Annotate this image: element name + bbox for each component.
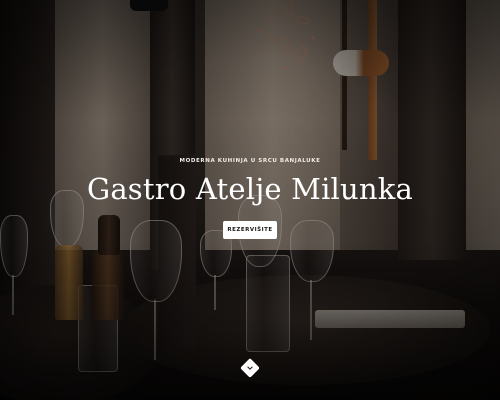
hero-section: MODERNA KUHINJA U SRCU BANJALUKE Gastro …: [0, 0, 500, 400]
hero-tagline: MODERNA KUHINJA U SRCU BANJALUKE: [179, 158, 321, 164]
hero-title: Gastro Atelje Milunka: [86, 172, 414, 206]
scroll-down-button[interactable]: [240, 358, 260, 378]
chevron-down-icon: [247, 366, 253, 370]
reserve-button[interactable]: REZERVIŠITE: [223, 221, 277, 239]
hero-content: MODERNA KUHINJA U SRCU BANJALUKE Gastro …: [0, 0, 500, 400]
